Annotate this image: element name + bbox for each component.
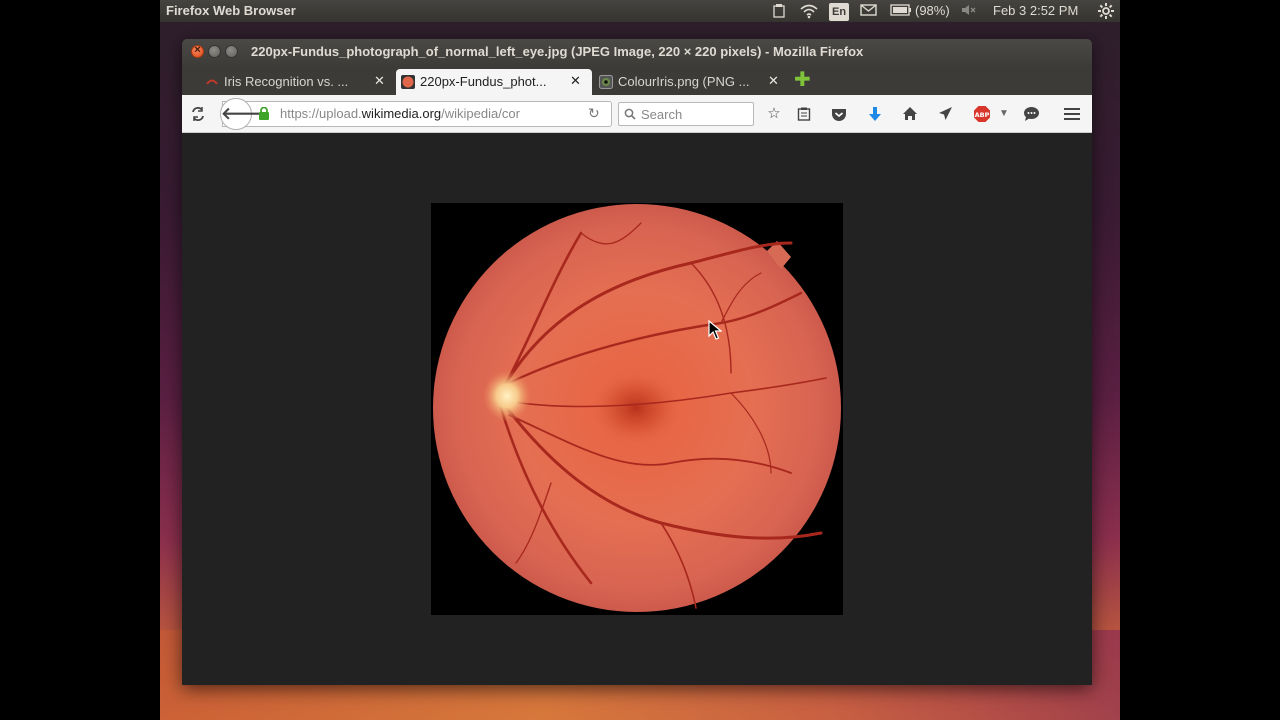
url-text[interactable]: https://upload.wikimedia.org/wikipedia/c… [280, 106, 560, 121]
screen: Firefox Web Browser En (98%) Feb 3 2:52 … [0, 0, 1280, 720]
back-arrow-icon: 🡐 [221, 104, 267, 123]
pocket-icon[interactable] [829, 104, 849, 124]
battery-icon[interactable] [890, 3, 912, 17]
home-icon[interactable] [900, 104, 920, 124]
navigation-toolbar: 🡐 https://upload.wikimedia.org/wikipedia… [182, 95, 1092, 133]
url-path: /wikipedia/cor [441, 106, 520, 121]
wifi-icon[interactable] [800, 3, 818, 19]
tab-label: ColourIris.png (PNG ... [618, 74, 750, 89]
bookmark-star-icon[interactable]: ☆ [764, 104, 784, 124]
search-input[interactable]: Search [618, 102, 754, 126]
clipboard-icon[interactable] [771, 3, 787, 19]
url-domain: wikimedia.org [361, 106, 442, 121]
tab-label: Iris Recognition vs. ... [224, 74, 349, 89]
lock-icon[interactable] [258, 107, 270, 120]
window-titlebar[interactable]: × 220px-Fundus_photograph_of_normal_left… [182, 39, 1092, 66]
red-favicon-icon [206, 79, 218, 85]
fundus-photograph [431, 203, 843, 615]
window-close-button[interactable]: × [191, 44, 204, 58]
hamburger-menu-icon[interactable] [1062, 104, 1082, 124]
clock[interactable]: Feb 3 2:52 PM [993, 3, 1078, 19]
settings-gear-icon[interactable] [1097, 2, 1115, 20]
adblock-icon[interactable]: ABP [972, 104, 992, 124]
tab-close-icon[interactable]: ✕ [570, 73, 581, 89]
sync-icon[interactable] [188, 104, 208, 124]
tab-fundus-photo[interactable]: 220px-Fundus_phot... ✕ [396, 69, 592, 95]
chevron-down-icon[interactable]: ▼ [994, 104, 1014, 124]
tab-close-icon[interactable]: ✕ [768, 73, 779, 89]
svg-text:ABP: ABP [975, 111, 990, 119]
image-favicon-icon [401, 75, 415, 89]
battery-percentage: (98%) [915, 3, 950, 18]
firefox-window: × 220px-Fundus_photograph_of_normal_left… [182, 39, 1092, 685]
tab-strip: Iris Recognition vs. ... ✕ 220px-Fundus_… [182, 66, 1092, 95]
back-button[interactable]: 🡐 [220, 98, 267, 130]
tab-colour-iris[interactable]: ColourIris.png (PNG ... ✕ [594, 69, 790, 95]
reading-list-icon[interactable] [794, 104, 814, 124]
url-prefix: https://upload. [280, 106, 362, 121]
keyboard-layout-indicator[interactable]: En [829, 3, 850, 21]
image-favicon-icon [599, 75, 613, 89]
new-tab-icon[interactable]: ✚ [794, 70, 811, 90]
reload-icon[interactable]: ↻ [588, 105, 600, 122]
send-icon[interactable] [935, 104, 955, 124]
window-title: 220px-Fundus_photograph_of_normal_left_e… [251, 44, 864, 59]
tab-label: 220px-Fundus_phot... [420, 74, 547, 89]
fundus-image[interactable] [431, 203, 843, 615]
page-content [182, 133, 1092, 685]
close-icon: × [194, 44, 201, 56]
tab-close-icon[interactable]: ✕ [374, 73, 385, 89]
panel-app-name: Firefox Web Browser [166, 3, 296, 18]
volume-muted-icon[interactable] [960, 3, 978, 17]
search-icon [624, 108, 636, 120]
search-placeholder: Search [641, 107, 683, 122]
tab-iris-recognition[interactable]: Iris Recognition vs. ... ✕ [200, 69, 396, 95]
window-minimize-button[interactable] [208, 45, 221, 58]
top-panel: Firefox Web Browser En (98%) Feb 3 2:52 … [160, 0, 1120, 22]
mouse-cursor [708, 320, 722, 340]
download-arrow-icon[interactable] [865, 104, 885, 124]
window-maximize-button[interactable] [225, 45, 238, 58]
chat-bubble-icon[interactable] [1021, 104, 1041, 124]
mail-icon[interactable] [860, 3, 877, 17]
